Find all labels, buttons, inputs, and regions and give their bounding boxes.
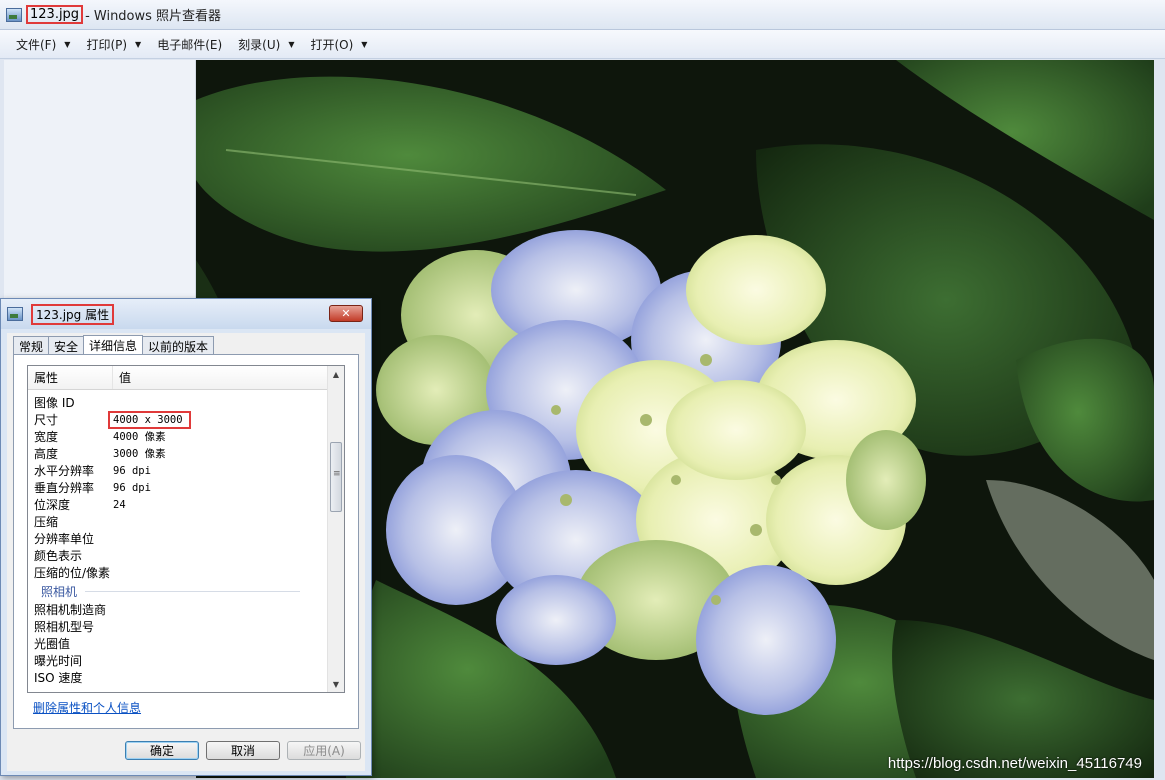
list-item[interactable]: 压缩的位/像素 — [28, 564, 328, 581]
scroll-thumb[interactable] — [330, 442, 342, 512]
window-title-filename: 123.jpg — [26, 5, 84, 24]
list-item[interactable]: 宽度 4000 像素 — [28, 428, 328, 445]
section-divider — [85, 590, 300, 592]
menu-open[interactable]: 打开(O) ▼ — [302, 33, 375, 55]
dropdown-arrow-icon: ▼ — [288, 39, 295, 49]
list-item[interactable]: 照相机制造商 — [28, 601, 328, 618]
list-header: 属性 值 — [28, 366, 344, 390]
tab-general[interactable]: 常规 — [13, 336, 50, 355]
details-panel: 属性 值 图像 ID 尺寸 4000 x 3000 宽度 4000 像素 高度 300… — [13, 354, 359, 729]
ok-button[interactable]: 确定 — [125, 741, 199, 760]
dialog-title: 123.jpg 属性 — [31, 303, 115, 325]
property-rows: 图像 ID 尺寸 4000 x 3000 宽度 4000 像素 高度 3000 像素 … — [28, 394, 328, 686]
title-bar: 123.jpg - Windows 照片查看器 — [0, 0, 1165, 30]
dropdown-arrow-icon: ▼ — [361, 39, 368, 49]
dropdown-arrow-icon: ▼ — [135, 39, 142, 49]
dialog-body: 常规 安全 详细信息 以前的版本 属性 值 图像 ID 尺寸 4000 x 300… — [7, 333, 365, 771]
column-header-property[interactable]: 属性 — [28, 366, 113, 389]
list-item[interactable]: 分辨率单位 — [28, 530, 328, 547]
tab-previous-versions[interactable]: 以前的版本 — [142, 336, 215, 355]
scroll-up-icon[interactable]: ▲ — [328, 366, 344, 382]
menu-burn[interactable]: 刻录(U) ▼ — [230, 33, 302, 55]
list-item[interactable]: 高度 3000 像素 — [28, 445, 328, 462]
property-list[interactable]: 属性 值 图像 ID 尺寸 4000 x 3000 宽度 4000 像素 高度 300… — [27, 365, 345, 693]
menu-print[interactable]: 打印(P) ▼ — [78, 33, 149, 55]
menu-bar: 文件(F) ▼ 打印(P) ▼ 电子邮件(E) 刻录(U) ▼ 打开(O) ▼ — [0, 30, 1165, 59]
menu-email[interactable]: 电子邮件(E) — [149, 33, 230, 55]
list-item[interactable]: 图像 ID — [28, 394, 328, 411]
dimensions-value: 4000 x 3000 — [108, 410, 191, 429]
list-item[interactable]: 位深度 24 — [28, 496, 328, 513]
close-icon[interactable]: ✕ — [329, 305, 363, 322]
tab-details[interactable]: 详细信息 — [83, 335, 144, 355]
section-header-camera: 照相机 — [28, 581, 328, 601]
photo-viewer-app-icon — [6, 7, 22, 22]
list-item-dimensions[interactable]: 尺寸 4000 x 3000 — [28, 410, 328, 429]
tab-security[interactable]: 安全 — [48, 336, 85, 355]
tab-strip: 常规 安全 详细信息 以前的版本 — [13, 335, 215, 355]
viewer-background-pane — [4, 60, 196, 300]
vertical-scrollbar[interactable]: ▲ ▼ — [327, 366, 344, 692]
remove-properties-link[interactable]: 删除属性和个人信息 — [33, 699, 141, 716]
list-item[interactable]: 光圈值 — [28, 635, 328, 652]
dialog-title-bar[interactable]: 123.jpg 属性 — [1, 299, 371, 329]
apply-button[interactable]: 应用(A) — [287, 741, 361, 760]
window-title-app: - Windows 照片查看器 — [85, 9, 222, 24]
list-item[interactable]: 颜色表示 — [28, 547, 328, 564]
list-item[interactable]: ISO 速度 — [28, 669, 328, 686]
list-item[interactable]: 照相机型号 — [28, 618, 328, 635]
properties-dialog: 123.jpg 属性 ✕ 常规 安全 详细信息 以前的版本 属性 值 图像 ID… — [0, 298, 372, 776]
dropdown-arrow-icon: ▼ — [64, 39, 71, 49]
column-header-value[interactable]: 值 — [113, 369, 131, 386]
cancel-button[interactable]: 取消 — [206, 741, 280, 760]
menu-file[interactable]: 文件(F) ▼ — [8, 33, 78, 55]
image-file-icon — [7, 307, 23, 321]
list-item[interactable]: 垂直分辨率 96 dpi — [28, 479, 328, 496]
list-item[interactable]: 压缩 — [28, 513, 328, 530]
list-item[interactable]: 水平分辨率 96 dpi — [28, 462, 328, 479]
watermark-text: https://blog.csdn.net/weixin_45116749 — [887, 755, 1142, 772]
list-item[interactable]: 曝光时间 — [28, 652, 328, 669]
scroll-down-icon[interactable]: ▼ — [328, 676, 344, 692]
